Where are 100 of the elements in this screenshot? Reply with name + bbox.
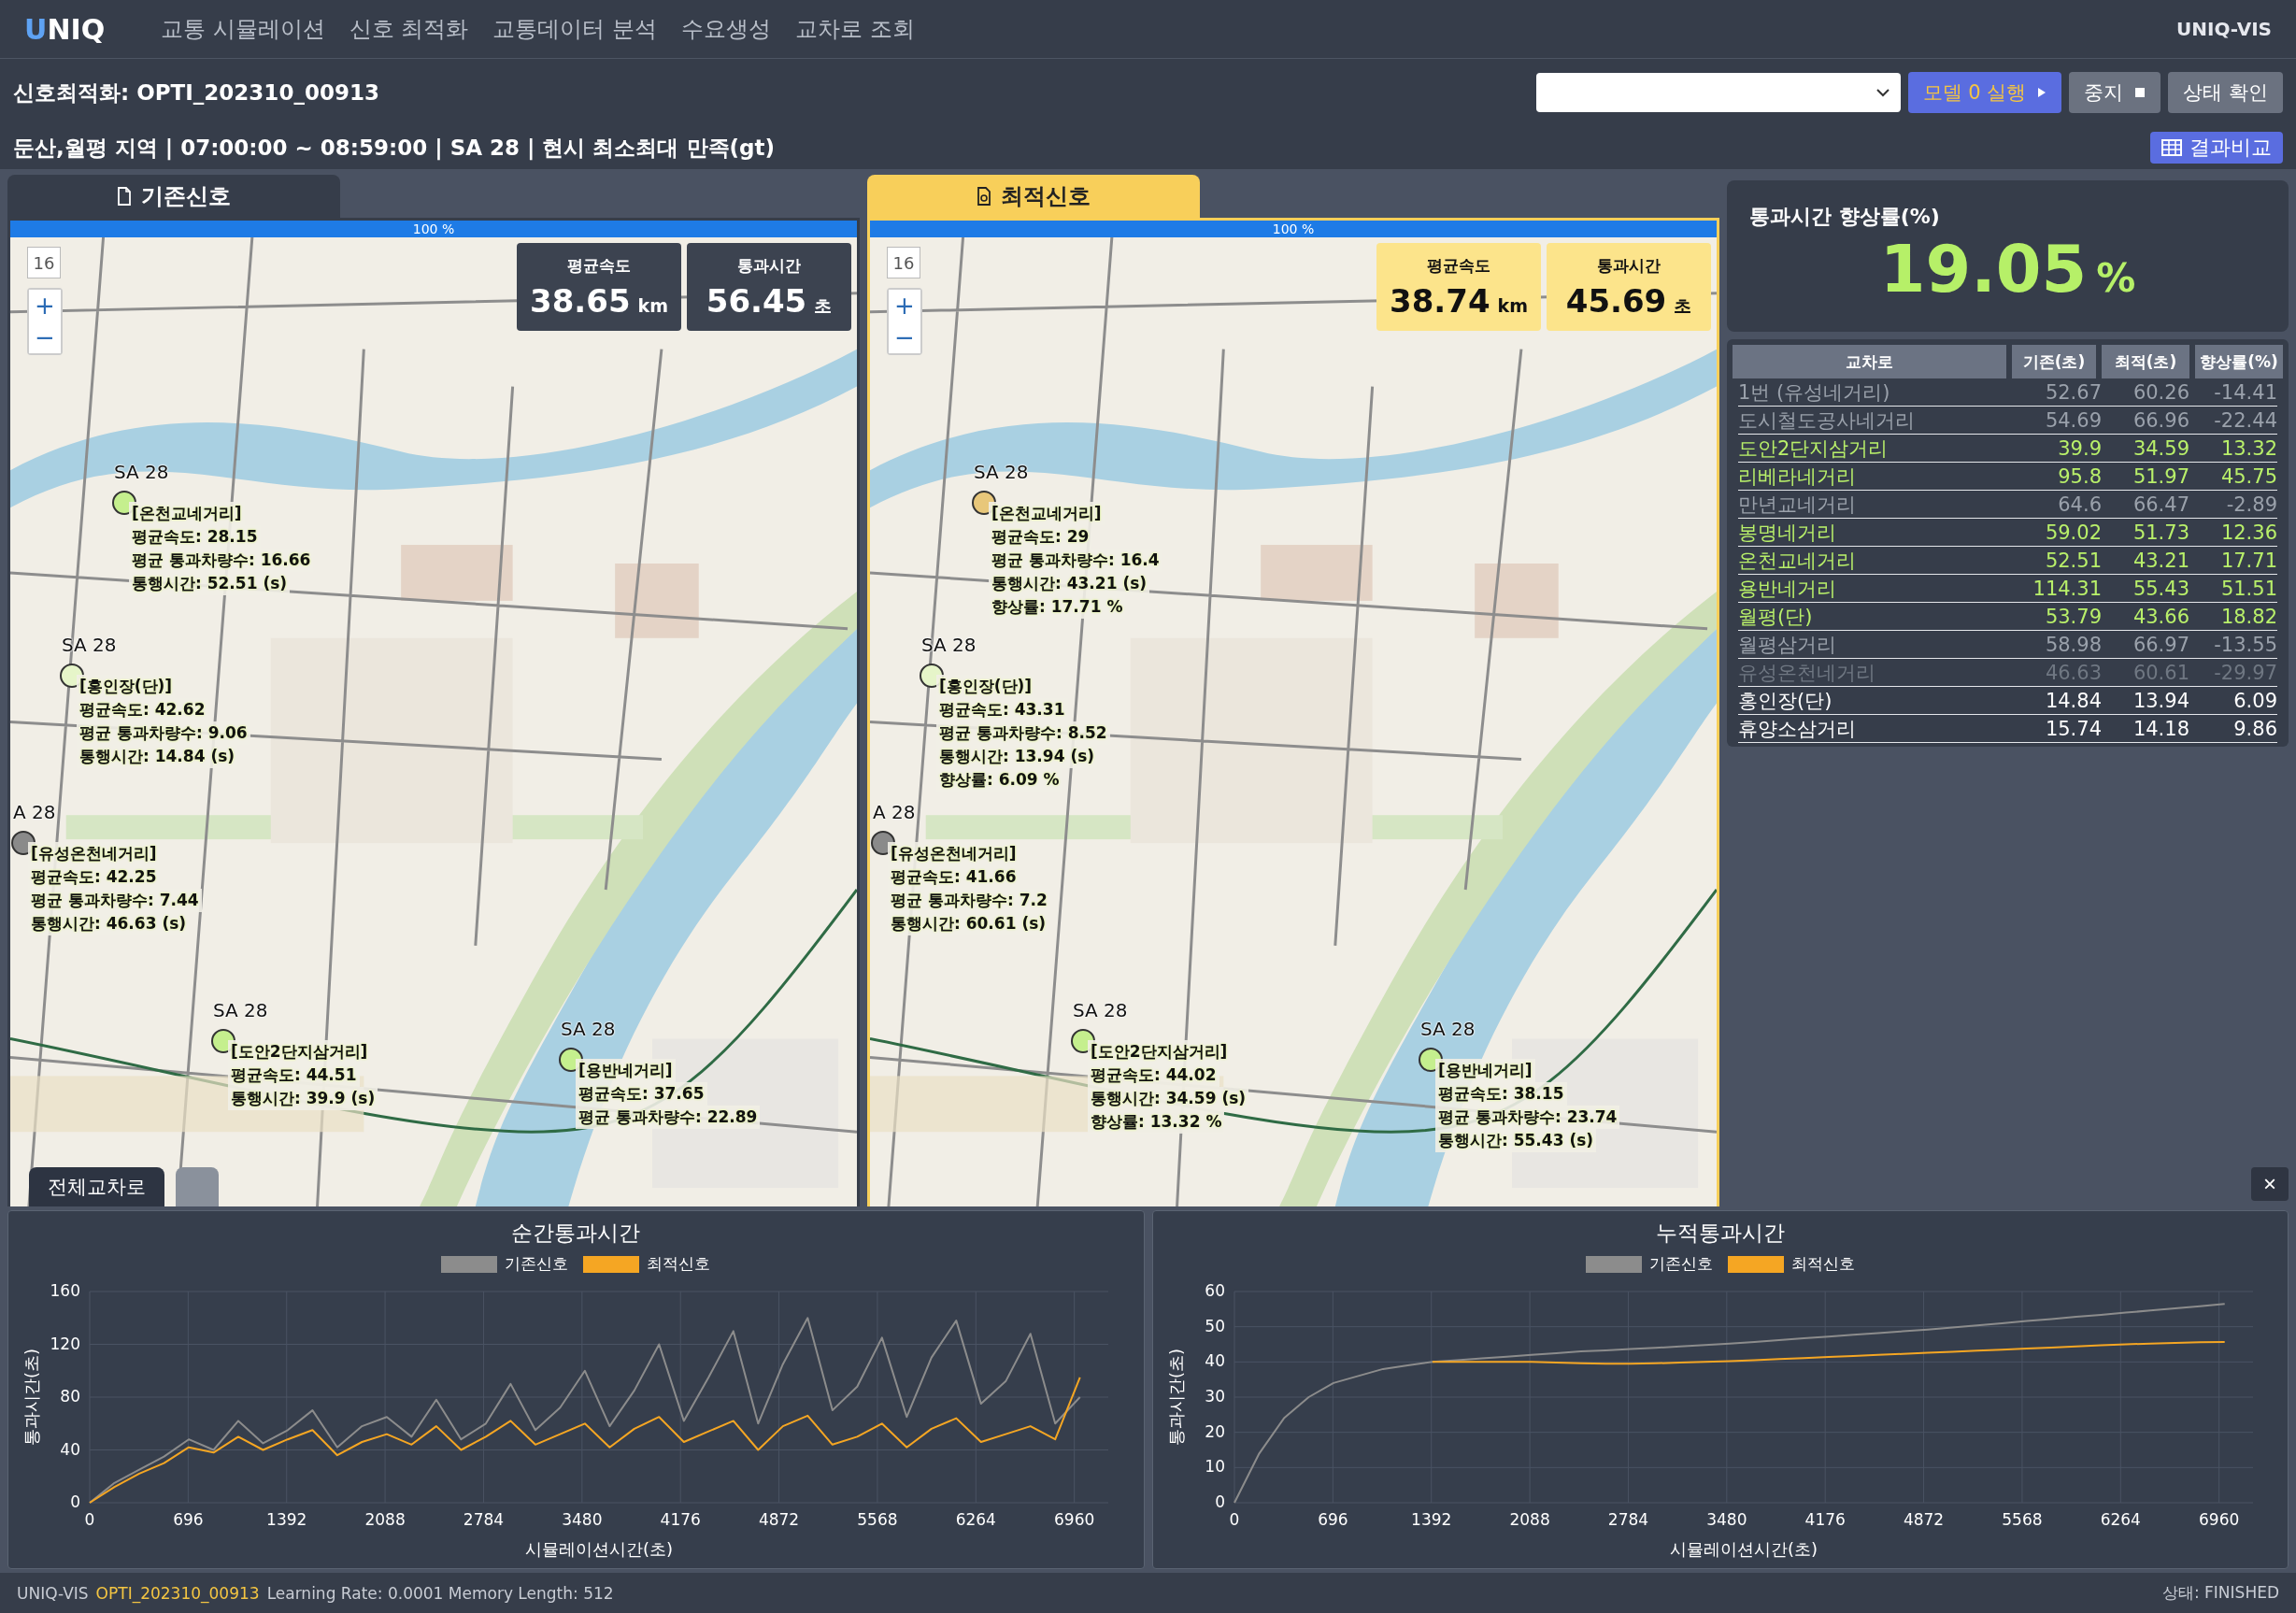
table-cell-text: 도안2단지삼거리	[1738, 435, 1890, 462]
table-cell-text: 66.97	[2132, 632, 2189, 658]
marker-stat: 통행시간: 34.59 (s)	[1088, 1087, 1249, 1110]
axis-tick-label: 2088	[1509, 1510, 1550, 1529]
table-cell-text: 43.66	[2132, 604, 2189, 630]
table-cell-text: 45.75	[2219, 464, 2277, 490]
table-cell-text: 60.61	[2132, 660, 2189, 686]
run-id: OPTI_202310_00913	[95, 1583, 260, 1603]
table-cell-text: 54.69	[2044, 407, 2102, 434]
table-cell-text: 66.96	[2132, 407, 2189, 434]
progress-label: 100 %	[411, 221, 456, 237]
column-header: 교차로	[1733, 345, 2006, 378]
table-cell-text: 46.63	[2044, 660, 2102, 686]
table-cell-text: 휴양소삼거리	[1738, 716, 1857, 742]
compare-button[interactable]: 결과비교	[2150, 132, 2283, 164]
axis-tick-label: 10	[1205, 1457, 1225, 1477]
marker-stat: 향상률: 13.32 %	[1088, 1110, 1225, 1134]
stat-value: 38.74	[1390, 281, 1490, 320]
axis-tick-label: 0	[84, 1510, 95, 1529]
axis-tick-label: 1392	[1410, 1510, 1452, 1529]
table-cell-text: 온천교네거리	[1738, 548, 1857, 574]
table-cell-text: 6.09	[2232, 688, 2277, 714]
axis-tick-label: 4872	[759, 1510, 800, 1529]
table-cell-text: 월평(단)	[1738, 604, 1814, 630]
axis-tick-label: 4872	[1903, 1510, 1944, 1529]
axis-tick-label: 160	[50, 1281, 81, 1300]
page-title: 신호최적화: OPTI_202310_00913	[13, 79, 379, 107]
marker-stat: 평균속도: 44.02	[1088, 1063, 1219, 1087]
document-gear-icon	[977, 187, 991, 206]
marker-stat: 평균 통과차량수: 23.74	[1435, 1106, 1620, 1129]
axis-tick-label: 6960	[1054, 1510, 1095, 1529]
axis-tick-label: 2784	[463, 1510, 505, 1529]
axis-tick-label: 6264	[955, 1510, 997, 1529]
table-cell-text: 14.84	[2044, 688, 2102, 714]
table-cell-text: 리베라네거리	[1738, 464, 1857, 490]
nav-link[interactable]: 교통데이터 분석	[492, 14, 658, 44]
table-cell-text: 51.97	[2132, 464, 2189, 490]
axis-tick-label: 2088	[364, 1510, 406, 1529]
scenario-info: 둔산,월평 지역 | 07:00:00 ~ 08:59:00 | SA 28 | 현시 최소최대 만족(gt)	[13, 134, 775, 163]
marker-stat: 평균 통과차량수: 7.44	[28, 889, 202, 912]
table-cell-text: 18.82	[2219, 604, 2277, 630]
axis-tick-label: 40	[60, 1439, 81, 1459]
table-cell-text: 66.47	[2132, 492, 2189, 518]
legend-label: 기존신호	[1648, 1253, 1713, 1275]
chart-title: 순간통과시간	[511, 1220, 641, 1247]
stat-label: 통과시간	[1597, 254, 1661, 277]
table-cell-text: 15.74	[2044, 716, 2102, 742]
document-icon	[117, 187, 132, 206]
axis-tick-label: 3480	[562, 1510, 603, 1529]
play-icon	[2037, 87, 2047, 98]
marker-label: SA 28	[213, 999, 268, 1021]
column-header: 최적(초)	[2102, 345, 2189, 378]
stat-value: 45.69	[1565, 281, 1667, 320]
improvement-unit: %	[2096, 255, 2136, 301]
axis-tick-label: 6960	[2198, 1510, 2240, 1529]
marker-title: [용반네거리]	[1435, 1059, 1535, 1082]
zoom-level: 16	[27, 247, 61, 278]
stat-label: 평균속도	[567, 254, 631, 277]
axis-tick-label: 696	[173, 1510, 204, 1529]
table-cell-text: 114.31	[2032, 576, 2102, 602]
table-cell-text: 60.26	[2132, 379, 2189, 406]
table-cell-text: 51.73	[2132, 520, 2189, 546]
chart-title: 누적통과시간	[1655, 1220, 1785, 1247]
column-header: 향상률(%)	[2195, 345, 2283, 378]
stop-icon	[2134, 87, 2146, 98]
marker-stat: 평균속도: 29	[989, 525, 1092, 549]
stop-button[interactable]: 중지	[2069, 72, 2161, 113]
app-name: UNIQ-VIS	[17, 1583, 89, 1603]
table-cell-text: 홍인장(단)	[1738, 688, 1833, 714]
marker-stat: 평균 통과차량수: 9.06	[77, 721, 250, 745]
table-cell-text: -14.41	[2213, 379, 2277, 406]
nav-link[interactable]: 교차로 조회	[795, 14, 915, 44]
nav-link[interactable]: 수요생성	[681, 14, 772, 44]
axis-tick-label: 20	[1205, 1421, 1225, 1441]
stat-unit: 초	[814, 293, 833, 318]
axis-tick-label: 80	[60, 1387, 81, 1406]
table-cell-text: 14.18	[2132, 716, 2189, 742]
marker-title: [용반네거리]	[576, 1059, 676, 1082]
axis-tick-label: 6264	[2100, 1510, 2141, 1529]
map-tab[interactable]: 전체교차로	[29, 1167, 164, 1206]
marker-label: SA 28	[1073, 999, 1128, 1021]
marker-stat: 통행시간: 39.9 (s)	[228, 1087, 378, 1110]
table-cell-text: 도시철도공사네거리	[1738, 407, 1916, 434]
marker-stat: 통행시간: 43.21 (s)	[989, 572, 1150, 595]
axis-tick-label: 2784	[1607, 1510, 1648, 1529]
table-cell-text: 95.8	[2057, 464, 2102, 490]
table-cell-text: -22.44	[2213, 407, 2277, 434]
improvement-value: 19.05	[1879, 231, 2088, 307]
x-axis-title: 시뮬레이션시간(초)	[525, 1539, 674, 1559]
table-cell-text: 59.02	[2044, 520, 2102, 546]
marker-stat: 평균 통과차량수: 8.52	[936, 721, 1110, 745]
plain-button[interactable]: 상태 확인	[2168, 72, 2283, 113]
close-button[interactable]: ×	[2251, 1167, 2289, 1201]
stat-unit: 초	[1674, 293, 1692, 318]
zoom-level: 16	[887, 247, 920, 278]
table-cell-text: 17.71	[2219, 548, 2277, 574]
table-cell-text: 봉명네거리	[1738, 520, 1837, 546]
marker-label: SA 28	[1420, 1018, 1476, 1040]
nav-link[interactable]: 신호 최적화	[349, 14, 469, 44]
nav-link[interactable]: 교통 시뮬레이션	[161, 14, 325, 44]
